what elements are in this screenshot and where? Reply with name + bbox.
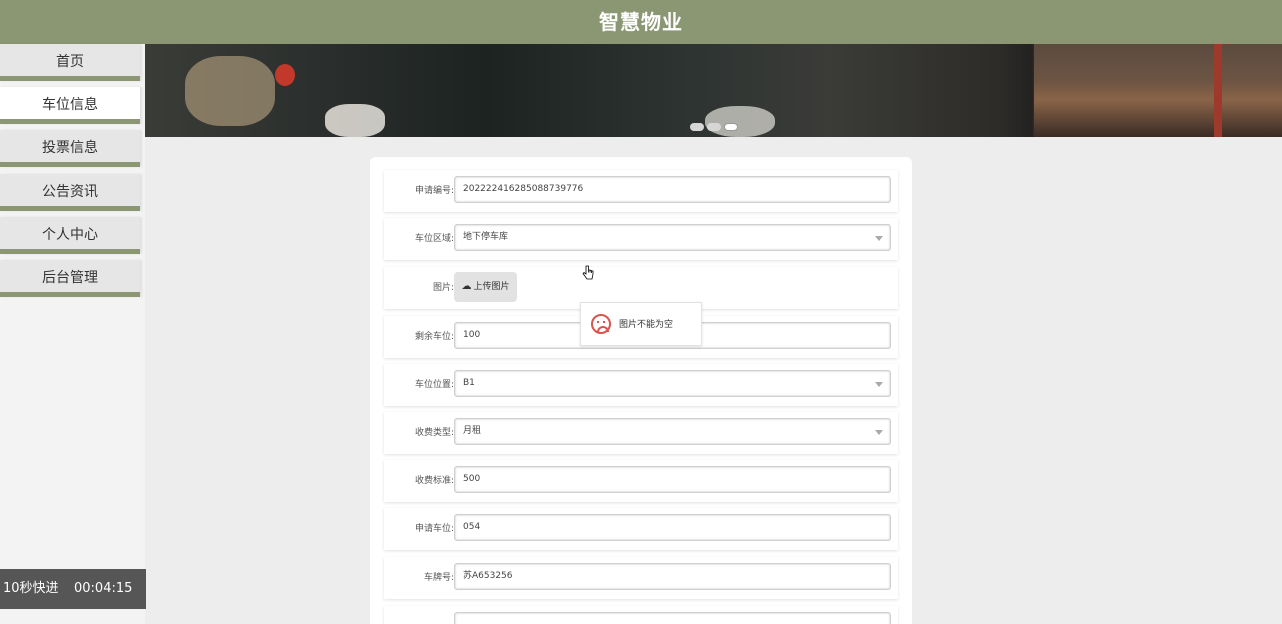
form-row-fee-std: 收费标准: 500 xyxy=(384,460,898,502)
banner-carousel xyxy=(145,44,1282,137)
banner-next-slide-preview xyxy=(1034,44,1282,137)
chevron-down-icon xyxy=(875,430,883,435)
position-label: 车位位置: xyxy=(414,380,454,390)
plate-input[interactable]: 苏A653256 xyxy=(454,563,891,590)
form-row-area: 车位区域: 地下停车库 xyxy=(384,218,898,260)
remaining-label: 剩余车位: xyxy=(414,332,454,342)
carousel-dot[interactable] xyxy=(707,123,721,131)
position-select-value: B1 xyxy=(463,378,475,388)
carousel-dot-active[interactable] xyxy=(724,123,738,131)
parking-apply-form: 申请编号: 202222416285088739776 车位区域: 地下停车库 … xyxy=(370,157,912,624)
fee-std-label: 收费标准: xyxy=(414,476,454,486)
fee-type-select[interactable]: 月租 xyxy=(454,418,891,445)
carousel-dot[interactable] xyxy=(690,123,704,131)
spot-input[interactable]: 054 xyxy=(454,514,891,541)
apply-no-label: 申请编号: xyxy=(414,186,454,196)
fee-std-input[interactable]: 500 xyxy=(454,466,891,493)
toast-message: 图片不能为空 xyxy=(619,320,674,330)
sidebar-item-parking[interactable]: 车位信息 xyxy=(0,87,140,124)
image-label: 图片: xyxy=(432,283,454,293)
form-row-apply-no: 申请编号: 202222416285088739776 xyxy=(384,170,898,212)
upload-image-label: 上传图片 xyxy=(473,282,510,292)
area-label: 车位区域: xyxy=(414,234,454,244)
banner-image-shape xyxy=(185,56,275,126)
hand-cursor-icon xyxy=(582,265,594,280)
position-select[interactable]: B1 xyxy=(454,370,891,397)
form-row-partial xyxy=(384,606,898,624)
sidebar-item-news[interactable]: 公告资讯 xyxy=(0,174,140,211)
playback-time: 00:04:15 xyxy=(74,581,133,596)
plate-label: 车牌号: xyxy=(423,573,454,583)
sad-face-icon xyxy=(591,314,611,334)
sidebar-item-home[interactable]: 首页 xyxy=(0,44,140,81)
banner-image-shape xyxy=(275,64,295,86)
site-title: 智慧物业 xyxy=(599,10,683,34)
fee-type-select-value: 月租 xyxy=(463,426,482,436)
cloud-upload-icon: ☁ xyxy=(461,281,472,292)
sidebar-item-vote[interactable]: 投票信息 xyxy=(0,130,140,167)
upload-image-button[interactable]: ☁ 上传图片 xyxy=(454,272,517,302)
area-select-value: 地下停车库 xyxy=(463,232,509,242)
form-row-spot: 申请车位: 054 xyxy=(384,508,898,550)
sidebar: 首页 车位信息 投票信息 公告资讯 个人中心 后台管理 xyxy=(0,44,145,624)
area-select[interactable]: 地下停车库 xyxy=(454,224,891,251)
chevron-down-icon xyxy=(875,382,883,387)
chevron-down-icon xyxy=(875,236,883,241)
fast-forward-label: 10秒快进 xyxy=(3,581,59,596)
error-toast: 图片不能为空 xyxy=(580,302,702,346)
apply-no-input[interactable]: 202222416285088739776 xyxy=(454,176,891,203)
sidebar-item-admin[interactable]: 后台管理 xyxy=(0,260,140,297)
form-row-plate: 车牌号: 苏A653256 xyxy=(384,557,898,599)
next-field-input[interactable] xyxy=(454,612,891,624)
site-header: 智慧物业 xyxy=(0,0,1282,44)
fast-forward-widget[interactable]: 10秒快进 00:04:15 xyxy=(0,569,146,609)
sidebar-item-profile[interactable]: 个人中心 xyxy=(0,217,140,254)
form-row-position: 车位位置: B1 xyxy=(384,364,898,406)
fee-type-label: 收费类型: xyxy=(414,428,454,438)
banner-image-shape xyxy=(325,104,385,137)
form-row-fee-type: 收费类型: 月租 xyxy=(384,412,898,454)
carousel-dots xyxy=(690,116,741,135)
spot-label: 申请车位: xyxy=(414,524,454,534)
